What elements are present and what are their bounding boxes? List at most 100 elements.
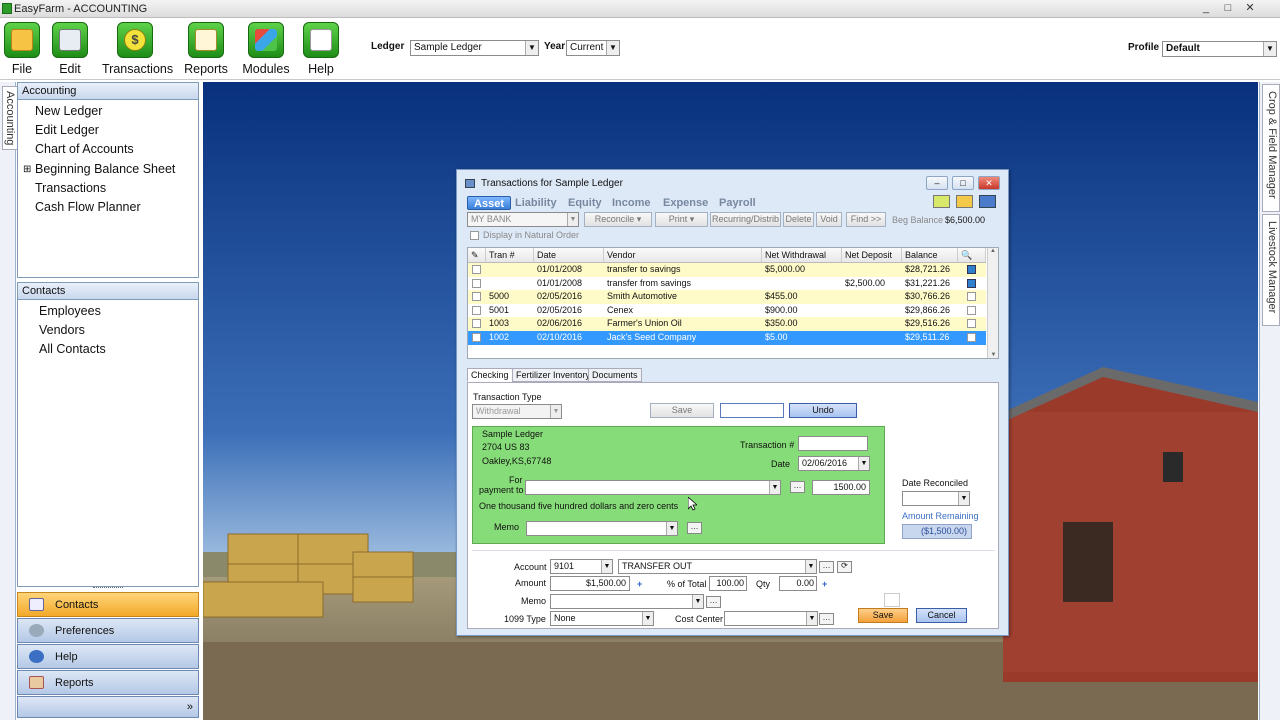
account-name-select[interactable]: TRANSFER OUT ▼ [618, 559, 817, 574]
table-row[interactable]: 5000 02/05/2016 Smith Automotive $455.00 $30… [468, 290, 986, 304]
line-memo-browse-button[interactable]: … [706, 596, 721, 608]
transaction-no-input[interactable] [798, 436, 868, 451]
add-amount-icon[interactable]: + [637, 579, 642, 589]
tab-expense[interactable]: Expense [663, 196, 708, 210]
bank-account-select[interactable]: MY BANK ▼ [467, 212, 579, 227]
save-button[interactable]: Save [858, 608, 908, 623]
folder-icon[interactable] [956, 195, 973, 208]
col-date[interactable]: Date [534, 248, 604, 263]
nav-edit-ledger[interactable]: Edit Ledger [18, 121, 198, 140]
year-select[interactable]: Current ▼ [566, 40, 620, 56]
edit-column-icon[interactable]: ✎ [468, 248, 486, 263]
profile-select[interactable]: Default ▼ [1162, 41, 1277, 57]
nav-employees[interactable]: Employees [22, 302, 198, 321]
payee-browse-button[interactable]: … [790, 481, 805, 493]
row-select-checkbox[interactable] [472, 278, 481, 288]
nav-button-preferences[interactable]: Preferences [17, 618, 199, 643]
col-vendor[interactable]: Vendor [604, 248, 762, 263]
nav-cash-flow-planner[interactable]: Cash Flow Planner [18, 198, 198, 217]
nav-new-ledger[interactable]: New Ledger [18, 102, 198, 121]
help-button[interactable]: Help [288, 20, 354, 76]
cancel-button[interactable]: Cancel [916, 608, 967, 623]
refresh-account-icon[interactable]: ⟳ [837, 561, 852, 573]
row-select-checkbox[interactable] [472, 305, 481, 315]
row-select-checkbox[interactable] [472, 333, 481, 342]
subtab-documents[interactable]: Documents [588, 368, 642, 382]
transaction-type-select[interactable]: Withdrawal ▼ [472, 404, 562, 419]
refresh-icon[interactable] [979, 195, 996, 208]
qty-input[interactable]: 0.00 [779, 576, 817, 591]
date-input[interactable]: 02/06/2016 ▼ [798, 456, 870, 471]
subtab-fertilizer-inventory[interactable]: Fertilizer Inventory [512, 368, 595, 382]
edit-button[interactable]: Edit [37, 20, 103, 76]
natural-order-checkbox[interactable] [470, 231, 479, 240]
reconciled-checkbox[interactable] [967, 305, 976, 315]
recurring-distrib-button[interactable]: Recurring/Distrib [710, 212, 781, 227]
col-net-withdrawal[interactable]: Net Withdrawal [762, 248, 842, 263]
reconciled-checkbox[interactable] [967, 319, 976, 329]
nav-transactions[interactable]: Transactions [18, 179, 198, 198]
grid-scrollbar[interactable]: ▲ ▼ [987, 248, 998, 358]
nav-button-reports[interactable]: Reports [17, 670, 199, 695]
reconcile-button[interactable]: Reconcile ▾ [584, 212, 652, 227]
col-tran-no[interactable]: Tran # [486, 248, 534, 263]
cost-center-select[interactable]: ▼ [724, 611, 818, 626]
table-row[interactable]: 5001 02/05/2016 Cenex $900.00 $29,866.26 [468, 304, 986, 318]
close-icon[interactable]: ✕ [1241, 2, 1259, 15]
pct-total-input[interactable]: 100.00 [709, 576, 747, 591]
check-amount-input[interactable]: 1500.00 [812, 480, 870, 495]
tab-payroll[interactable]: Payroll [719, 196, 756, 210]
payee-select[interactable]: ▼ [525, 480, 781, 495]
undo-button[interactable]: Undo [789, 403, 857, 418]
find-button[interactable]: Find >> [846, 212, 886, 227]
nav-chart-of-accounts[interactable]: Chart of Accounts [18, 140, 198, 159]
col-balance[interactable]: Balance [902, 248, 958, 263]
check-memo-select[interactable]: ▼ [526, 521, 678, 536]
reconciled-checkbox[interactable] [967, 265, 976, 274]
reconcile-column-icon[interactable]: 🔍 [958, 248, 986, 263]
table-row[interactable]: 01/01/2008 transfer from savings $2,500.00… [468, 277, 986, 291]
date-reconciled-select[interactable]: ▼ [902, 491, 970, 506]
line-memo-select[interactable]: ▼ [550, 594, 704, 609]
reconciled-checkbox[interactable] [967, 292, 976, 302]
row-select-checkbox[interactable] [472, 292, 481, 302]
delete-button[interactable]: Delete [783, 212, 814, 227]
splitter-grip[interactable] [93, 587, 123, 590]
print-button[interactable]: Print ▾ [655, 212, 708, 227]
table-row[interactable]: 1003 02/06/2016 Farmer's Union Oil $350.00 $… [468, 317, 986, 331]
void-button[interactable]: Void [816, 212, 842, 227]
minimize-icon[interactable]: _ [1197, 2, 1215, 15]
add-qty-icon[interactable]: + [822, 579, 827, 589]
reconciled-checkbox[interactable] [967, 278, 976, 288]
type-1099-select[interactable]: None ▼ [550, 611, 654, 626]
dialog-close-icon[interactable]: ✕ [978, 176, 1000, 190]
transactions-button[interactable]: $ Transactions [102, 20, 173, 76]
row-select-checkbox[interactable] [472, 319, 481, 329]
table-row[interactable]: 01/01/2008 transfer to savings $5,000.00 $2… [468, 263, 986, 277]
nav-overflow-button[interactable]: » [17, 696, 199, 718]
subtab-checking[interactable]: Checking [467, 368, 513, 382]
reports-button[interactable]: Reports [173, 20, 239, 76]
accounting-side-tab[interactable]: Accounting [0, 82, 18, 720]
row-select-checkbox[interactable] [472, 265, 481, 274]
maximize-icon[interactable]: □ [1219, 2, 1237, 15]
expand-icon[interactable]: ⊞ [23, 160, 31, 179]
account-number-select[interactable]: 9101 ▼ [550, 559, 613, 574]
col-net-deposit[interactable]: Net Deposit [842, 248, 902, 263]
tab-liability[interactable]: Liability [515, 196, 557, 210]
tab-equity[interactable]: Equity [568, 196, 602, 210]
memo-browse-button[interactable]: … [687, 522, 702, 534]
reconciled-checkbox[interactable] [967, 333, 976, 342]
dialog-restore-icon[interactable]: □ [952, 176, 974, 190]
dialog-minimize-icon[interactable]: ‒ [926, 176, 948, 190]
nav-button-help[interactable]: Help [17, 644, 199, 669]
save-top-button[interactable]: Save [650, 403, 714, 418]
blank-button[interactable] [720, 403, 784, 418]
crop-field-manager-tab[interactable]: Crop & Field Manager [1262, 84, 1280, 212]
account-browse-button[interactable]: … [819, 561, 834, 573]
nav-vendors[interactable]: Vendors [22, 321, 198, 340]
livestock-manager-tab[interactable]: Livestock Manager [1262, 214, 1280, 326]
export-icon[interactable] [933, 195, 950, 208]
table-row[interactable]: 1002 02/10/2016 Jack's Seed Company $5.00 $2… [468, 331, 986, 345]
amount-input[interactable]: $1,500.00 [550, 576, 630, 591]
